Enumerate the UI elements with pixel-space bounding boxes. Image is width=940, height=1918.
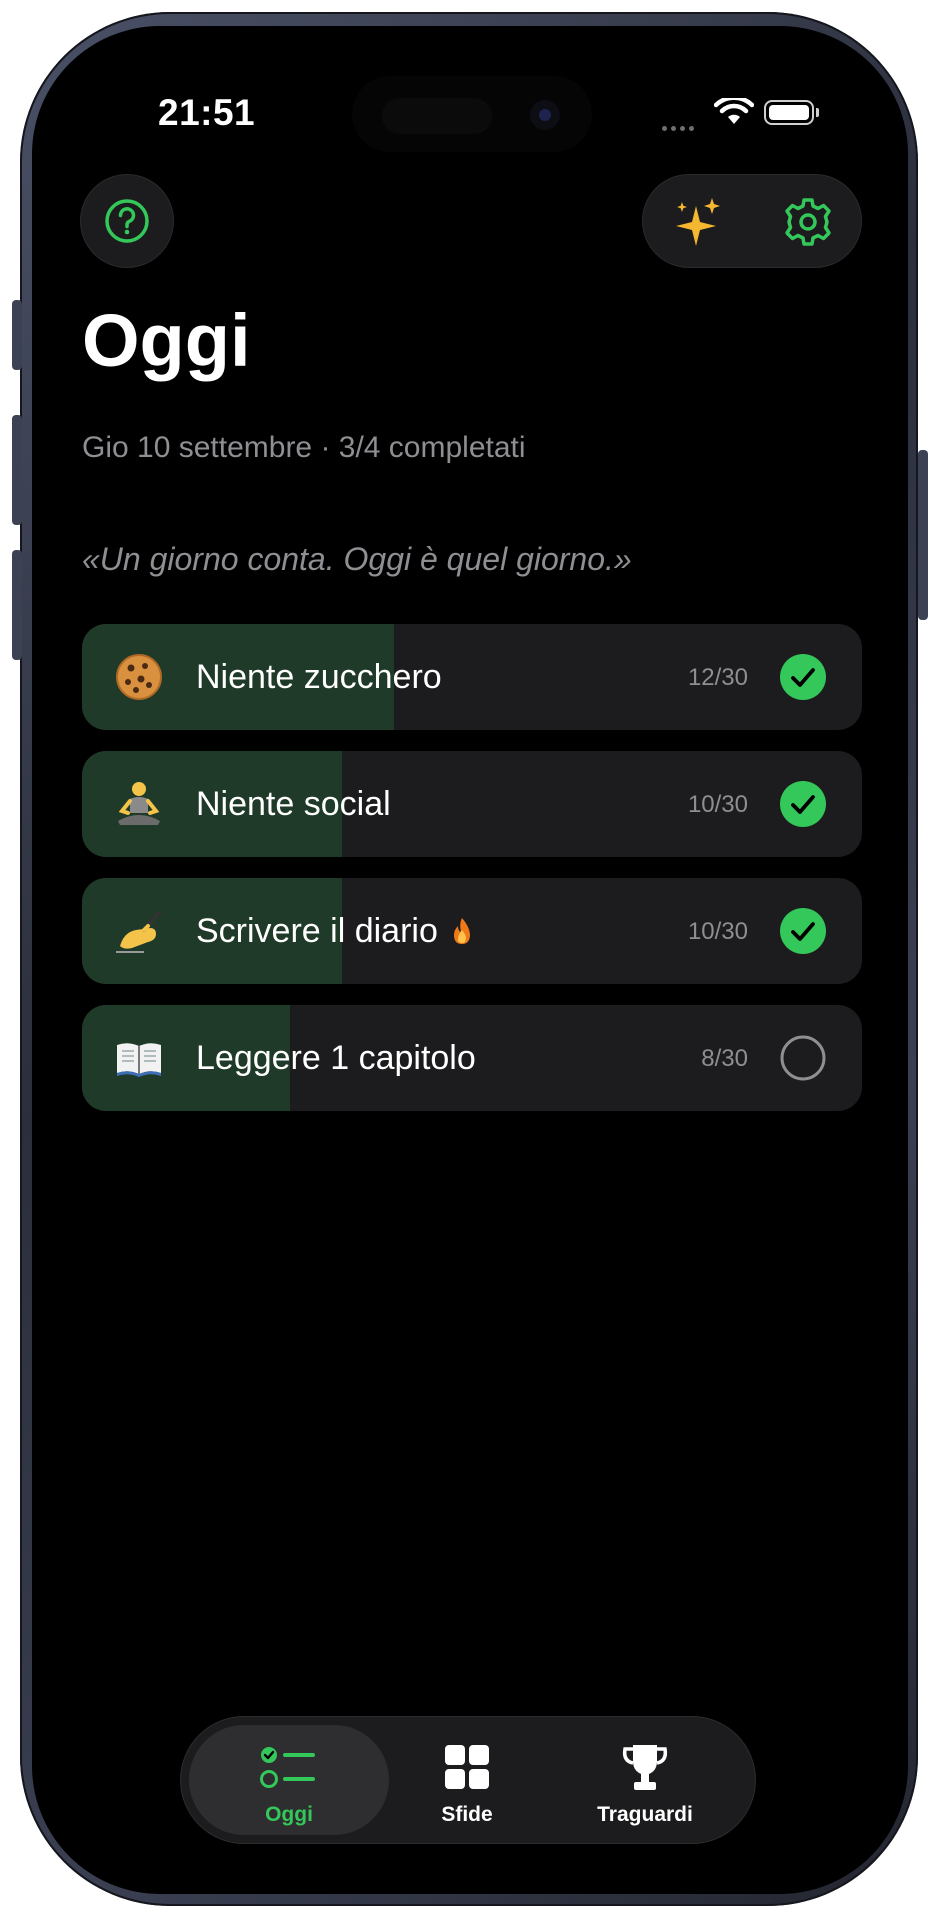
tab-sfide[interactable]: Sfide xyxy=(377,1725,557,1835)
checklist-icon xyxy=(260,1747,315,1788)
volume-up-button xyxy=(12,415,22,525)
habit-row-scrivere-il-diario[interactable]: Scrivere il diario 10/30 xyxy=(82,878,862,984)
habit-list: Niente zucchero 12/30 Niente social 10/3… xyxy=(82,624,862,1132)
settings-button[interactable] xyxy=(753,175,863,269)
sparkles-icon xyxy=(676,198,720,246)
power-button xyxy=(918,450,928,620)
checkmark-circle-icon[interactable] xyxy=(780,654,826,700)
question-circle-icon xyxy=(105,199,149,243)
trophy-icon xyxy=(622,1745,668,1790)
habit-label: Niente social xyxy=(196,785,391,823)
gear-icon xyxy=(785,198,831,246)
help-button[interactable] xyxy=(80,174,174,268)
flame-icon xyxy=(454,918,471,944)
daily-quote: «Un giorno conta. Oggi è quel giorno.» xyxy=(82,541,632,577)
habit-count: 10/30 xyxy=(687,918,748,945)
habit-count: 12/30 xyxy=(687,664,748,691)
habit-label: Niente zucchero xyxy=(196,658,442,696)
status-indicators xyxy=(652,98,832,138)
person-meditating-icon xyxy=(118,782,160,825)
volume-down-button xyxy=(12,550,22,660)
action-button xyxy=(12,300,22,370)
habit-label: Scrivere il diario xyxy=(196,912,473,951)
camera-icon xyxy=(530,100,560,130)
signal-icon xyxy=(662,118,698,136)
dynamic-island xyxy=(352,76,592,152)
ai-suggestions-button[interactable] xyxy=(643,175,753,269)
date-summary: Gio 10 settembre · 3/4 completati xyxy=(82,431,526,464)
habit-row-niente-social[interactable]: Niente social 10/30 xyxy=(82,751,862,857)
habit-count: 8/30 xyxy=(701,1045,748,1072)
page-title: Oggi xyxy=(82,299,251,382)
open-book-icon xyxy=(117,1043,161,1077)
wifi-icon xyxy=(714,98,754,124)
tab-bar: Oggi Sfide Traguardi xyxy=(180,1716,756,1844)
cookie-icon xyxy=(116,654,162,700)
habit-count: 10/30 xyxy=(687,791,748,818)
checkmark-circle-icon[interactable] xyxy=(780,908,826,954)
checkmark-circle-icon[interactable] xyxy=(780,781,826,827)
app-screen: 21:51 Oggi Gio 10 settembre · 3/4 comple… xyxy=(32,26,908,1894)
habit-label: Leggere 1 capitolo xyxy=(196,1039,476,1077)
tab-label: Sfide xyxy=(441,1803,493,1826)
status-time: 21:51 xyxy=(158,92,256,133)
tab-label: Traguardi xyxy=(597,1803,693,1826)
tab-traguardi[interactable]: Traguardi xyxy=(555,1725,735,1835)
grid-icon xyxy=(445,1745,489,1789)
tab-oggi[interactable]: Oggi xyxy=(199,1725,379,1835)
habit-row-niente-zucchero[interactable]: Niente zucchero 12/30 xyxy=(82,624,862,730)
empty-circle-icon[interactable] xyxy=(780,1035,826,1081)
battery-icon xyxy=(764,100,814,125)
top-actions xyxy=(642,174,862,268)
habit-row-leggere-1-capitolo[interactable]: Leggere 1 capitolo 8/30 xyxy=(82,1005,862,1111)
tab-label: Oggi xyxy=(265,1803,313,1826)
habit-label-text: Scrivere il diario xyxy=(196,912,438,950)
writing-hand-icon xyxy=(116,910,162,953)
